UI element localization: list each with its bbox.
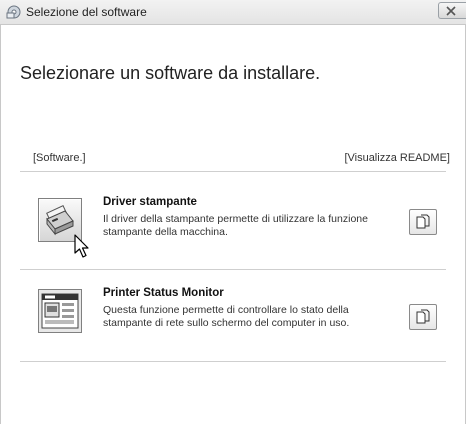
document-icon	[416, 309, 430, 324]
software-install-icon	[6, 4, 22, 20]
divider	[20, 171, 446, 172]
status-monitor-icon	[41, 293, 79, 329]
divider	[20, 361, 446, 362]
item-title: Printer Status Monitor	[103, 287, 224, 299]
page-heading: Selezionare un software da installare.	[20, 63, 321, 83]
item-title: Driver stampante	[103, 196, 197, 208]
divider	[20, 269, 446, 270]
close-icon	[446, 6, 456, 16]
close-button[interactable]	[438, 2, 466, 19]
window-title: Selezione del software	[26, 5, 147, 19]
readme-button[interactable]	[409, 304, 437, 330]
title-bar: Selezione del software	[0, 0, 466, 25]
item-description: Il driver della stampante permette di ut…	[103, 213, 368, 238]
mouse-cursor-icon	[74, 234, 89, 258]
readme-link: [Visualizza README]	[344, 152, 450, 164]
readme-button[interactable]	[409, 209, 437, 235]
document-icon	[416, 214, 430, 229]
item-description: Questa funzione permette di controllare …	[103, 304, 350, 329]
section-label: [Software.]	[33, 152, 86, 164]
printer-status-monitor-button[interactable]	[38, 289, 82, 333]
